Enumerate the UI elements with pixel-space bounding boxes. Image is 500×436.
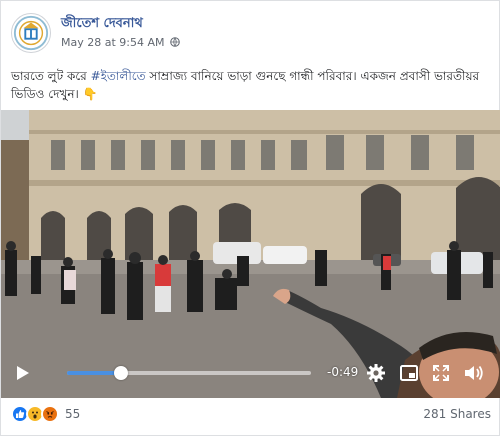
play-icon[interactable] (13, 364, 31, 382)
video-progress-handle[interactable] (113, 366, 128, 380)
gear-icon[interactable] (366, 363, 386, 383)
video-frame (1, 110, 500, 398)
author-avatar[interactable] (11, 13, 51, 53)
post-text-part1: ভারতে লুট করে (11, 69, 91, 83)
reaction-icons[interactable]: 55 (11, 405, 80, 423)
post-header: জীতেশ দেবনাথ May 28 at 9:54 AM (11, 11, 180, 55)
video-progress-fill (67, 371, 121, 375)
reaction-count[interactable]: 55 (65, 407, 80, 421)
fullscreen-icon[interactable] (431, 363, 451, 383)
video-progress-bar[interactable] (67, 366, 311, 380)
post-footer: 55 281 Shares (11, 403, 491, 425)
facebook-post-card: জীতেশ দেবনাথ May 28 at 9:54 AM ভারতে লুট… (0, 0, 500, 436)
pip-icon[interactable] (399, 363, 419, 383)
hashtag-link[interactable]: #ইতালীতে (91, 69, 146, 83)
post-timestamp[interactable]: May 28 at 9:54 AM (61, 36, 165, 49)
author-name[interactable]: জীতেশ দেবনাথ (61, 15, 180, 32)
video-player[interactable]: -0:49 (1, 110, 500, 398)
share-count[interactable]: 281 Shares (423, 407, 491, 421)
avatar-logo (13, 15, 49, 51)
globe-icon (170, 36, 180, 47)
video-controls-bar: -0:49 (1, 358, 500, 388)
angry-reaction-icon (41, 405, 59, 423)
volume-icon[interactable] (463, 363, 483, 383)
post-text: ভারতে লুট করে #ইতালীতে সাম্রাজ্য বানিয়ে… (11, 67, 491, 103)
video-time-remaining: -0:49 (327, 365, 359, 379)
post-meta: May 28 at 9:54 AM (61, 35, 180, 51)
